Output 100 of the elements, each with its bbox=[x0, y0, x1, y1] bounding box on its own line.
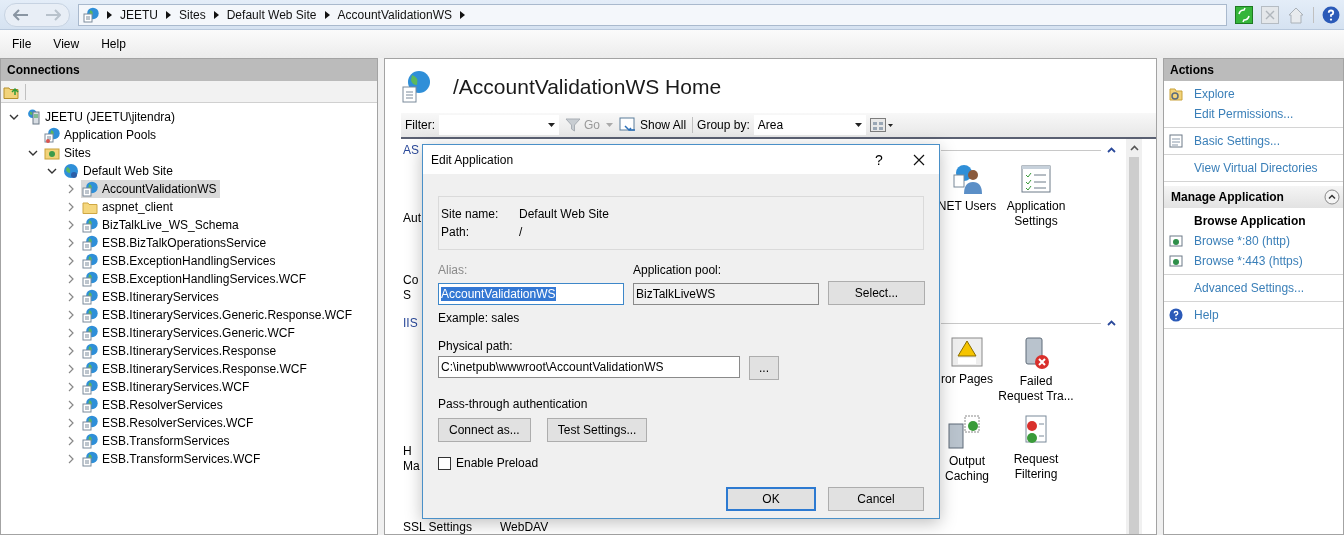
preload-checkbox[interactable]: Enable Preload bbox=[438, 456, 539, 470]
help-icon[interactable] bbox=[1322, 5, 1340, 24]
application-icon bbox=[82, 451, 98, 467]
action-link[interactable]: Advanced Settings... bbox=[1194, 281, 1305, 295]
breadcrumb-item[interactable]: JEETU bbox=[120, 7, 158, 22]
tree-item[interactable]: ESB.ItineraryServices bbox=[81, 288, 222, 306]
tree-item[interactable]: ESB.ItineraryServices.Generic.WCF bbox=[81, 324, 298, 342]
feature-item[interactable]: Request Filtering bbox=[995, 414, 1077, 484]
application-icon bbox=[82, 325, 98, 341]
ok-button[interactable]: OK bbox=[726, 487, 816, 511]
scroll-up-icon[interactable] bbox=[1129, 145, 1139, 151]
chevron-down-icon[interactable] bbox=[28, 149, 38, 157]
breadcrumb-arrow-icon[interactable] bbox=[107, 10, 112, 19]
breadcrumb-arrow-icon[interactable] bbox=[460, 10, 466, 19]
collapse-caret-icon[interactable] bbox=[1107, 320, 1116, 326]
tree-item[interactable]: Sites bbox=[43, 144, 94, 162]
home-icon[interactable] bbox=[1287, 5, 1305, 24]
chevron-right-icon[interactable] bbox=[67, 418, 75, 428]
breadcrumb-arrow-icon[interactable] bbox=[166, 10, 171, 19]
dropdown-caret-icon[interactable] bbox=[548, 123, 555, 127]
address-bar[interactable]: JEETU Sites Default Web Site AccountValidationWS bbox=[78, 3, 1227, 26]
tree-item[interactable]: AccountValidationWS bbox=[81, 180, 220, 198]
action-link[interactable]: Browse *:80 (http) bbox=[1194, 234, 1291, 248]
feature-item[interactable]: Output Caching bbox=[941, 414, 993, 484]
filter-label: Filter: bbox=[405, 118, 435, 132]
action-link[interactable]: Explore bbox=[1194, 87, 1235, 101]
action-link[interactable]: Browse *:443 (https) bbox=[1194, 254, 1303, 268]
app-pool-field[interactable]: BizTalkLiveWS bbox=[633, 283, 819, 305]
chevron-right-icon[interactable] bbox=[67, 400, 75, 410]
chevron-right-icon[interactable] bbox=[67, 274, 75, 284]
physical-path-field[interactable]: C:\inetpub\wwwroot\AccountValidationWS bbox=[438, 356, 740, 378]
tree-item[interactable]: Default Web Site bbox=[62, 162, 176, 180]
breadcrumb-arrow-icon[interactable] bbox=[324, 10, 330, 19]
tree-item[interactable]: ESB.ItineraryServices.Response bbox=[81, 342, 280, 360]
chevron-right-icon[interactable] bbox=[67, 220, 75, 230]
chevron-right-icon[interactable] bbox=[67, 328, 75, 338]
tree-item[interactable]: ESB.TransformServices.WCF bbox=[81, 450, 264, 468]
cancel-button[interactable]: Cancel bbox=[828, 487, 924, 511]
tree-item[interactable]: ESB.BizTalkOperationsService bbox=[81, 234, 270, 252]
group-header[interactable]: IIS bbox=[403, 316, 423, 330]
chevron-right-icon[interactable] bbox=[67, 436, 75, 446]
breadcrumb-item[interactable]: Default Web Site bbox=[226, 7, 317, 22]
select-button[interactable]: Select... bbox=[828, 281, 925, 305]
globe-icon bbox=[63, 163, 79, 179]
breadcrumb-item[interactable]: AccountValidationWS bbox=[337, 7, 453, 22]
action-link[interactable]: View Virtual Directories bbox=[1194, 161, 1318, 175]
tree-item[interactable]: JEETU (JEETU\jitendra) bbox=[24, 108, 179, 126]
browse-button[interactable]: ... bbox=[749, 356, 779, 380]
group-header[interactable]: AS bbox=[403, 143, 423, 157]
dropdown-caret-icon[interactable] bbox=[854, 123, 862, 127]
help-button[interactable]: ? bbox=[859, 145, 899, 174]
action-link[interactable]: Basic Settings... bbox=[1194, 134, 1281, 148]
arrow-right-icon bbox=[45, 8, 61, 21]
chevron-right-icon[interactable] bbox=[67, 364, 75, 374]
breadcrumb-arrow-icon[interactable] bbox=[213, 10, 219, 19]
feature-item[interactable]: Failed Request Tra... bbox=[995, 336, 1077, 404]
tree-item[interactable]: ESB.ResolverServices bbox=[81, 396, 226, 414]
close-icon bbox=[913, 153, 925, 166]
chevron-right-icon[interactable] bbox=[67, 454, 75, 464]
menu-item[interactable]: Help bbox=[101, 37, 126, 51]
chevron-right-icon[interactable] bbox=[67, 256, 75, 266]
chevron-right-icon[interactable] bbox=[67, 382, 75, 392]
dialog-button[interactable]: Test Settings... bbox=[546, 418, 648, 442]
tree-item[interactable]: Application Pools bbox=[43, 126, 160, 144]
menu-item[interactable]: File bbox=[12, 37, 32, 51]
chevron-right-icon[interactable] bbox=[67, 202, 75, 212]
tree-item[interactable]: aspnet_client bbox=[81, 198, 176, 216]
tree-item[interactable]: ESB.TransformServices bbox=[81, 432, 233, 450]
chevron-down-icon[interactable] bbox=[9, 113, 19, 121]
action-link[interactable]: Edit Permissions... bbox=[1194, 107, 1294, 121]
tree-item[interactable]: ESB.ExceptionHandlingServices.WCF bbox=[81, 270, 310, 288]
menu-item[interactable]: View bbox=[53, 37, 80, 51]
tree-item[interactable]: ESB.ExceptionHandlingServices bbox=[81, 252, 279, 270]
tree-item[interactable]: ESB.ItineraryServices.Generic.Response.WCF bbox=[81, 306, 356, 324]
tree-item[interactable]: ESB.ItineraryServices.Response.WCF bbox=[81, 360, 310, 378]
tree-item[interactable]: BizTalkLive_WS_Schema bbox=[81, 216, 242, 234]
feature-item[interactable]: ror Pages bbox=[941, 336, 993, 404]
group-by-dropdown[interactable]: Area bbox=[753, 115, 866, 135]
view-icon[interactable] bbox=[869, 118, 894, 132]
collapse-caret-icon[interactable] bbox=[1107, 147, 1116, 153]
show-all-button[interactable]: Show All bbox=[617, 117, 689, 133]
feature-item[interactable]: Application Settings bbox=[995, 163, 1077, 303]
refresh-icon[interactable] bbox=[1235, 5, 1253, 24]
collapse-icon[interactable] bbox=[1324, 189, 1340, 205]
tree-item[interactable]: ESB.ResolverServices.WCF bbox=[81, 414, 257, 432]
tree-item[interactable]: ESB.ItineraryServices.WCF bbox=[81, 378, 253, 396]
physical-path-label: Physical path: bbox=[438, 339, 514, 353]
chevron-right-icon[interactable] bbox=[67, 310, 75, 320]
chevron-right-icon[interactable] bbox=[67, 238, 75, 248]
group-by-label: Group by: bbox=[697, 118, 750, 132]
chevron-right-icon[interactable] bbox=[67, 292, 75, 302]
chevron-down-icon[interactable] bbox=[47, 167, 57, 175]
scrollbar[interactable] bbox=[1126, 139, 1142, 534]
dialog-button[interactable]: Connect as... bbox=[438, 418, 531, 442]
chevron-right-icon[interactable] bbox=[67, 184, 75, 194]
chevron-right-icon[interactable] bbox=[67, 346, 75, 356]
breadcrumb-item[interactable]: Sites bbox=[179, 7, 206, 22]
filter-field[interactable] bbox=[439, 115, 559, 135]
action-link[interactable]: Help bbox=[1194, 308, 1219, 322]
alias-field[interactable]: AccountValidationWS bbox=[438, 283, 624, 305]
